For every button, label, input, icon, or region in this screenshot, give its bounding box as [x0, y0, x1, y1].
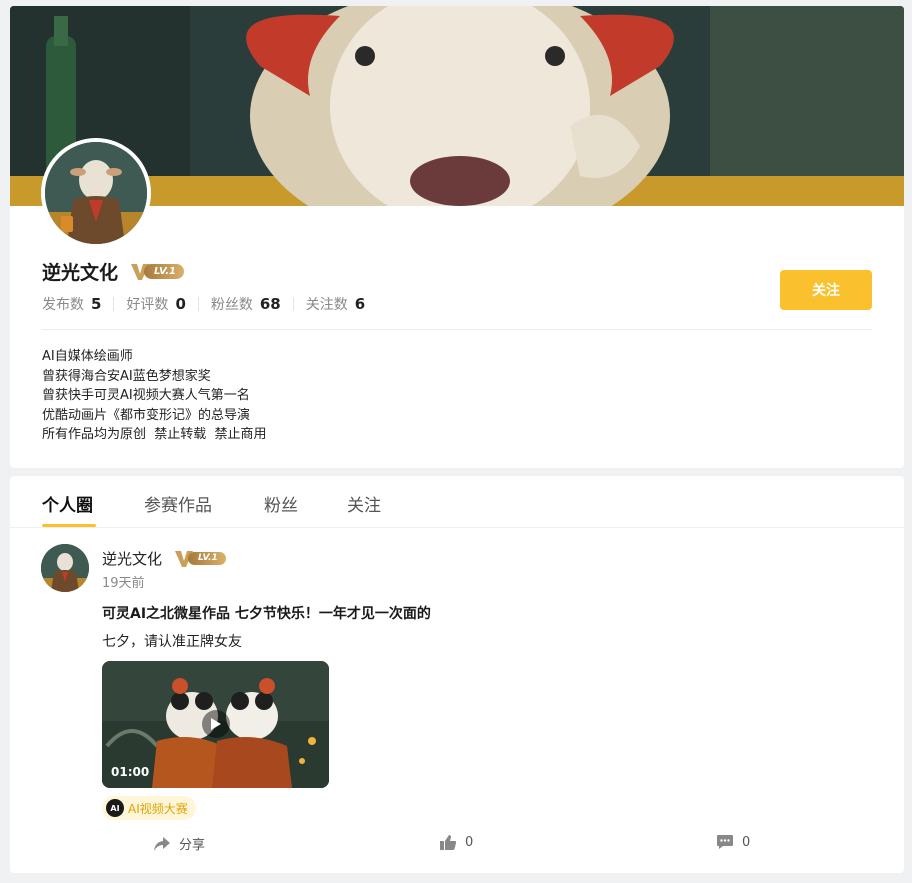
stat-value: 5	[91, 295, 102, 313]
feed-card: 个人圈 参赛作品 粉丝 关注 逆光文化 LV.1 19天前 可灵AI之北微星作品…	[10, 476, 904, 873]
comment-count: 0	[742, 834, 751, 850]
level-badge: LV.1	[130, 263, 184, 281]
post-author-row: 逆光文化 LV.1	[102, 548, 226, 569]
bio-line: AI自媒体绘画师	[42, 349, 133, 364]
share-label: 分享	[179, 838, 206, 853]
profile-card: 逆光文化 LV.1 发布数 5 好评数 0 粉丝数 68 关注数 6 关注 AI…	[10, 6, 904, 468]
post-author-name[interactable]: 逆光文化	[102, 548, 162, 569]
profile-name-row: 逆光文化 LV.1	[42, 258, 184, 285]
profile-name: 逆光文化	[42, 262, 119, 284]
tab-entries[interactable]: 参赛作品	[144, 491, 212, 516]
stat-divider	[292, 297, 294, 311]
contest-tag[interactable]: AI AI视频大赛	[102, 796, 196, 820]
contest-tag-label: AI视频大赛	[128, 801, 188, 816]
share-icon	[154, 836, 170, 851]
tab-circle[interactable]: 个人圈	[42, 491, 93, 516]
ai-contest-icon: AI	[106, 799, 124, 817]
profile-avatar[interactable]	[41, 138, 151, 248]
post-timestamp: 19天前	[102, 576, 145, 591]
bio-line: 曾获得海合安AI蓝色梦想家奖	[42, 368, 211, 384]
comment-button[interactable]: 0	[716, 834, 750, 850]
tab-fans[interactable]: 粉丝	[264, 491, 298, 516]
stat-divider	[113, 297, 115, 311]
bio-line: 曾获快手可灵AI视频大赛人气第一名	[42, 388, 250, 403]
stat-following[interactable]: 关注数 6	[306, 294, 365, 314]
profile-stats: 发布数 5 好评数 0 粉丝数 68 关注数 6	[42, 294, 365, 314]
share-button[interactable]: 分享	[153, 834, 205, 853]
like-count: 0	[465, 835, 474, 850]
video-duration: 01:00	[111, 765, 150, 779]
comment-icon	[717, 835, 733, 849]
stat-label: 好评数	[126, 297, 169, 313]
stat-value: 0	[175, 295, 186, 313]
profile-bio: AI自媒体绘画师 曾获得海合安AI蓝色梦想家奖 曾获快手可灵AI视频大赛人气第一…	[42, 347, 267, 445]
stat-posts: 发布数 5	[42, 294, 101, 314]
post-text: 七夕，请认准正牌女友	[102, 634, 242, 650]
stat-fans[interactable]: 粉丝数 68	[211, 294, 281, 314]
profile-tabs: 个人圈 参赛作品 粉丝 关注	[10, 476, 904, 528]
stat-divider	[197, 297, 199, 311]
profile-divider	[42, 329, 872, 330]
stat-good-reviews: 好评数 0	[126, 294, 185, 314]
tab-following[interactable]: 关注	[347, 491, 381, 516]
active-tab-indicator	[42, 524, 96, 527]
post-title[interactable]: 可灵AI之北微星作品 七夕节快乐！一年才见一次面的	[102, 603, 431, 623]
like-button[interactable]: 0	[439, 834, 473, 851]
bio-line: 所有作品均为原创 禁止转载 禁止商用	[42, 427, 267, 442]
post-author-avatar[interactable]	[41, 544, 89, 592]
stat-value: 6	[354, 295, 366, 313]
post-level-badge: LV.1	[174, 550, 226, 568]
post-video-thumbnail[interactable]: 01:00	[102, 661, 329, 788]
level-text: LV.1	[144, 264, 184, 279]
follow-button[interactable]: 关注	[780, 270, 872, 310]
stat-label: 关注数	[305, 297, 348, 313]
thumbs-up-icon	[440, 835, 457, 850]
level-text: LV.1	[188, 552, 226, 565]
stat-label: 发布数	[42, 297, 84, 313]
stat-value: 68	[259, 295, 281, 313]
play-icon[interactable]	[202, 710, 230, 738]
post-actions: 分享 0 0	[10, 834, 904, 858]
bio-line: 优酷动画片《都市变形记》的总导演	[42, 407, 251, 423]
stat-label: 粉丝数	[210, 297, 253, 313]
